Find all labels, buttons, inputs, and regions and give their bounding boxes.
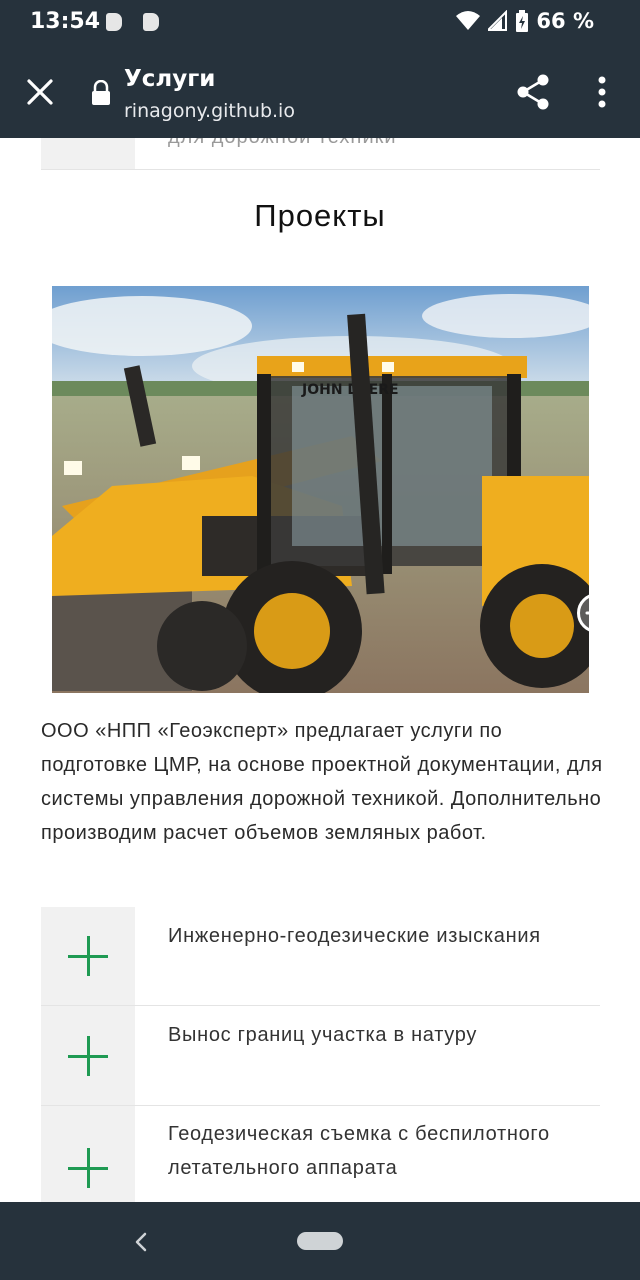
close-icon[interactable] (20, 72, 60, 112)
battery-percentage: 66 % (536, 9, 594, 33)
wifi-icon (456, 11, 481, 30)
accordion-toggle-square[interactable] (41, 138, 135, 169)
accordion-item-label: для дорожной техники (168, 138, 397, 149)
home-pill-button[interactable] (297, 1232, 343, 1250)
accordion-toggle-square[interactable] (41, 1106, 135, 1202)
accordion-toggle-square[interactable] (41, 907, 135, 1005)
plus-icon[interactable] (68, 936, 108, 976)
status-bar: 13:54 66 % (0, 0, 640, 46)
grader-brand-text: JOHN DEERE (301, 382, 399, 398)
accordion-toggle-square[interactable] (41, 1006, 135, 1105)
page-title: Услуги (124, 66, 216, 92)
accordion-item[interactable]: Геодезическая съемка с беспилотного лета… (41, 1106, 600, 1202)
page-content[interactable]: для дорожной техники Проекты (0, 138, 640, 1202)
accordion-item-label[interactable]: Вынос границ участка в натуру (168, 1018, 600, 1052)
status-icons: 66 % (456, 9, 594, 33)
notification-b-icon (143, 13, 159, 31)
battery-charging-icon (516, 10, 529, 32)
custom-tab-toolbar: Услуги rinagony.github.io (0, 46, 640, 138)
description-text: ООО «НПП «Геоэксперт» предлагает услуги … (41, 720, 603, 844)
project-photo: JOHN DEERE (52, 286, 589, 693)
accordion-item[interactable]: Вынос границ участка в натуру (41, 1006, 600, 1106)
accordion-item[interactable]: Инженерно-геодезические изыскания (41, 907, 600, 1006)
plus-icon[interactable] (68, 1148, 108, 1188)
section-title: Проекты (254, 198, 386, 233)
system-navigation-bar (0, 1202, 640, 1280)
accordion-item-label[interactable]: Инженерно-геодезические изыскания (168, 919, 600, 953)
plus-icon[interactable] (68, 1036, 108, 1076)
accordion-item-partial[interactable]: для дорожной техники (41, 138, 600, 170)
more-vert-icon[interactable] (588, 72, 616, 112)
lock-icon (92, 80, 110, 105)
accordion-item-label[interactable]: Геодезическая съемка с беспилотного лета… (168, 1117, 600, 1185)
signal-icon (488, 10, 508, 31)
share-icon[interactable] (514, 72, 552, 112)
notification-b-icon (106, 13, 122, 31)
grader-illustration: JOHN DEERE (52, 286, 589, 693)
page-url[interactable]: rinagony.github.io (124, 100, 295, 122)
arrow-right-icon (585, 611, 589, 615)
back-nav-icon[interactable] (130, 1230, 152, 1254)
status-time: 13:54 (30, 9, 101, 34)
